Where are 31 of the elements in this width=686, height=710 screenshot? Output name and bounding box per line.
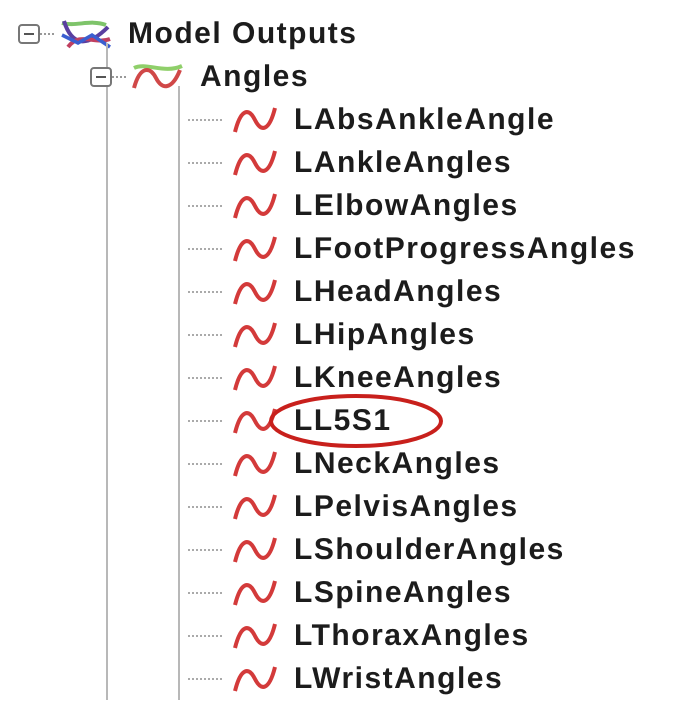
tree-item-label[interactable]: LFootProgressAngles: [294, 234, 636, 264]
wave-icon: [232, 620, 278, 650]
wave-icon: [232, 320, 278, 350]
wave-icon: [232, 406, 278, 436]
wave-icon: [232, 448, 278, 478]
tree-item-label[interactable]: LKneeAngles: [294, 362, 502, 392]
wave-icon: [232, 362, 278, 392]
tree-item-label[interactable]: LAbsAnkleAngle: [294, 104, 556, 134]
tree-item-label[interactable]: LWristAngles: [294, 664, 504, 694]
tree-item-label[interactable]: LHipAngles: [294, 320, 476, 350]
tree-item-label[interactable]: LHeadAngles: [294, 276, 502, 306]
wave-icon: [232, 148, 278, 178]
tree-item-label[interactable]: LPelvisAngles: [294, 492, 519, 522]
wave-icon: [232, 664, 278, 694]
wave-icon: [232, 190, 278, 220]
collapse-icon[interactable]: [18, 24, 40, 44]
wave-icon: [232, 534, 278, 564]
tree-item-label[interactable]: LSpineAngles: [294, 578, 512, 608]
tree-item-label[interactable]: LElbowAngles: [294, 190, 519, 220]
wave-icon: [232, 276, 278, 306]
tree-item-label[interactable]: LThoraxAngles: [294, 620, 530, 650]
tree-item-label[interactable]: Angles: [200, 62, 310, 92]
wave-icon: [232, 492, 278, 522]
tree-item-label[interactable]: LShoulderAngles: [294, 534, 565, 564]
tree-item-label[interactable]: LNeckAngles: [294, 448, 501, 478]
tree-item-label[interactable]: LAnkleAngles: [294, 148, 512, 178]
wave-icon: [232, 578, 278, 608]
collapse-icon[interactable]: [90, 66, 112, 86]
wave-icon: [232, 104, 278, 134]
tree-item-label[interactable]: Model Outputs: [128, 18, 358, 48]
wave-icon: [232, 234, 278, 264]
